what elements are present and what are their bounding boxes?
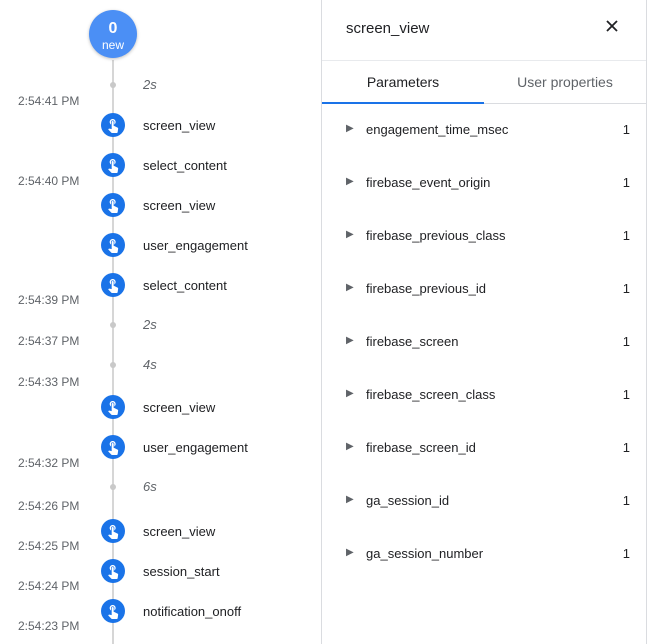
- event-item[interactable]: select_content: [143, 278, 227, 293]
- param-name: ga_session_id: [366, 493, 450, 508]
- param-value: 1: [622, 281, 630, 296]
- param-name: ga_session_number: [366, 546, 484, 561]
- param-row[interactable]: ▶ firebase_screen_id 1: [346, 440, 634, 460]
- param-name: engagement_time_msec: [366, 122, 509, 137]
- param-name: firebase_screen_class: [366, 387, 496, 402]
- param-row[interactable]: ▶ firebase_event_origin 1: [346, 175, 634, 195]
- triangle-right-icon: ▶: [346, 441, 354, 452]
- triangle-right-icon: ▶: [346, 229, 354, 240]
- timestamp: 2:54:37 PM: [18, 334, 80, 348]
- triangle-right-icon: ▶: [346, 388, 354, 399]
- triangle-right-icon: ▶: [346, 494, 354, 505]
- touch-app-icon[interactable]: [101, 559, 125, 583]
- panel-title: screen_view: [346, 20, 430, 37]
- triangle-right-icon: ▶: [346, 282, 354, 293]
- gap-label: 2s: [143, 317, 157, 332]
- param-value: 1: [622, 228, 630, 243]
- touch-app-icon[interactable]: [101, 113, 125, 137]
- gap-label: 4s: [143, 357, 157, 372]
- new-events-label: new: [101, 38, 124, 52]
- param-value: 1: [622, 122, 630, 137]
- timestamp: 2:54:41 PM: [18, 94, 80, 108]
- param-row[interactable]: ▶ ga_session_number 1: [346, 546, 634, 566]
- touch-app-icon[interactable]: [101, 395, 125, 419]
- timestamp: 2:54:32 PM: [18, 456, 80, 470]
- param-value: 1: [622, 493, 630, 508]
- param-value: 1: [622, 387, 630, 402]
- panel-tabs: Parameters User properties: [322, 60, 646, 104]
- timestamp: 2:54:40 PM: [18, 174, 80, 188]
- param-value: 1: [622, 546, 630, 561]
- triangle-right-icon: ▶: [346, 335, 354, 346]
- touch-app-icon[interactable]: [101, 435, 125, 459]
- event-item[interactable]: screen_view: [143, 524, 215, 539]
- panel-edge: [646, 0, 647, 644]
- param-name: firebase_screen: [366, 334, 459, 349]
- tab-user-properties[interactable]: User properties: [484, 61, 646, 103]
- param-row[interactable]: ▶ ga_session_id 1: [346, 493, 634, 513]
- param-row[interactable]: ▶ firebase_screen_class 1: [346, 387, 634, 407]
- param-value: 1: [622, 440, 630, 455]
- param-name: firebase_previous_class: [366, 228, 506, 243]
- timestamp: 2:54:33 PM: [18, 375, 80, 389]
- timestamp: 2:54:39 PM: [18, 293, 80, 307]
- param-row[interactable]: ▶ firebase_screen 1: [346, 334, 634, 354]
- triangle-right-icon: ▶: [346, 123, 354, 134]
- touch-app-icon[interactable]: [101, 519, 125, 543]
- gap-dot: [110, 362, 116, 368]
- param-name: firebase_screen_id: [366, 440, 476, 455]
- timestamp: 2:54:26 PM: [18, 499, 80, 513]
- param-value: 1: [622, 334, 630, 349]
- event-item[interactable]: user_engagement: [143, 238, 248, 253]
- touch-app-icon[interactable]: [101, 599, 125, 623]
- touch-app-icon[interactable]: [101, 233, 125, 257]
- event-item[interactable]: user_engagement: [143, 440, 248, 455]
- event-item[interactable]: select_content: [143, 158, 227, 173]
- event-item[interactable]: session_start: [143, 564, 220, 579]
- timestamp: 2:54:25 PM: [18, 539, 80, 553]
- gap-label: 2s: [143, 77, 157, 92]
- event-item[interactable]: screen_view: [143, 400, 215, 415]
- timestamp: 2:54:24 PM: [18, 579, 80, 593]
- param-row[interactable]: ▶ engagement_time_msec 1: [346, 122, 634, 142]
- touch-app-icon[interactable]: [101, 153, 125, 177]
- timeline-line: [112, 60, 114, 644]
- param-value: 1: [622, 175, 630, 190]
- gap-dot: [110, 82, 116, 88]
- new-events-count: 0: [108, 20, 118, 37]
- active-tab-indicator: [322, 102, 484, 104]
- close-icon[interactable]: [602, 16, 622, 36]
- param-row[interactable]: ▶ firebase_previous_id 1: [346, 281, 634, 301]
- event-item[interactable]: screen_view: [143, 118, 215, 133]
- param-name: firebase_event_origin: [366, 175, 491, 190]
- gap-dot: [110, 322, 116, 328]
- triangle-right-icon: ▶: [346, 176, 354, 187]
- touch-app-icon[interactable]: [101, 273, 125, 297]
- param-row[interactable]: ▶ firebase_previous_class 1: [346, 228, 634, 248]
- param-name: firebase_previous_id: [366, 281, 486, 296]
- triangle-right-icon: ▶: [346, 547, 354, 558]
- event-item[interactable]: notification_onoff: [143, 604, 241, 619]
- gap-dot: [110, 484, 116, 490]
- touch-app-icon[interactable]: [101, 193, 125, 217]
- gap-label: 6s: [143, 479, 157, 494]
- debugview-timeline: 0 new 2:54:41 PM 2:54:40 PM 2:54:39 PM 2…: [0, 0, 321, 644]
- new-events-badge[interactable]: 0 new: [89, 10, 137, 58]
- event-item[interactable]: screen_view: [143, 198, 215, 213]
- timestamp: 2:54:23 PM: [18, 619, 80, 633]
- tab-parameters[interactable]: Parameters: [322, 61, 484, 103]
